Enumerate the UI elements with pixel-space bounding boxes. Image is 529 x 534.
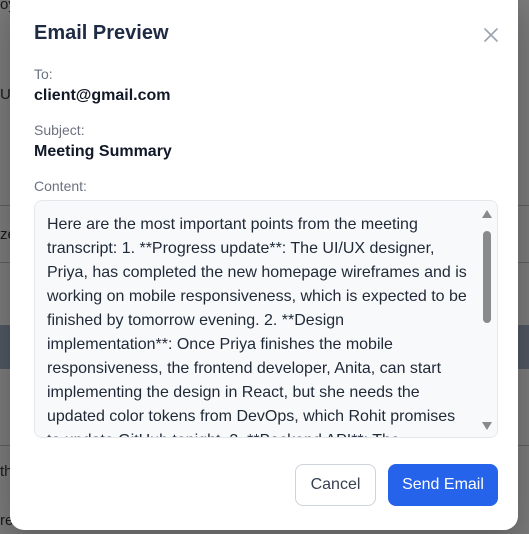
- email-content-area[interactable]: Here are the most important points from …: [34, 200, 498, 438]
- email-content-text: Here are the most important points from …: [47, 216, 467, 437]
- send-email-button[interactable]: Send Email: [388, 464, 498, 506]
- cancel-button[interactable]: Cancel: [295, 464, 376, 506]
- email-preview-modal: Email Preview To: client@gmail.com Subje…: [10, 0, 518, 530]
- modal-title: Email Preview: [34, 22, 169, 44]
- to-label: To:: [34, 66, 53, 82]
- scroll-up-icon[interactable]: [481, 209, 493, 219]
- subject-label: Subject:: [34, 122, 85, 138]
- close-button[interactable]: [480, 24, 502, 46]
- subject-value: Meeting Summary: [34, 143, 172, 160]
- to-value: client@gmail.com: [34, 87, 171, 104]
- content-label: Content:: [34, 178, 87, 194]
- content-scrollbar[interactable]: [481, 209, 493, 431]
- scroll-thumb[interactable]: [483, 231, 491, 323]
- close-icon: [484, 28, 498, 42]
- scroll-down-icon[interactable]: [481, 421, 493, 431]
